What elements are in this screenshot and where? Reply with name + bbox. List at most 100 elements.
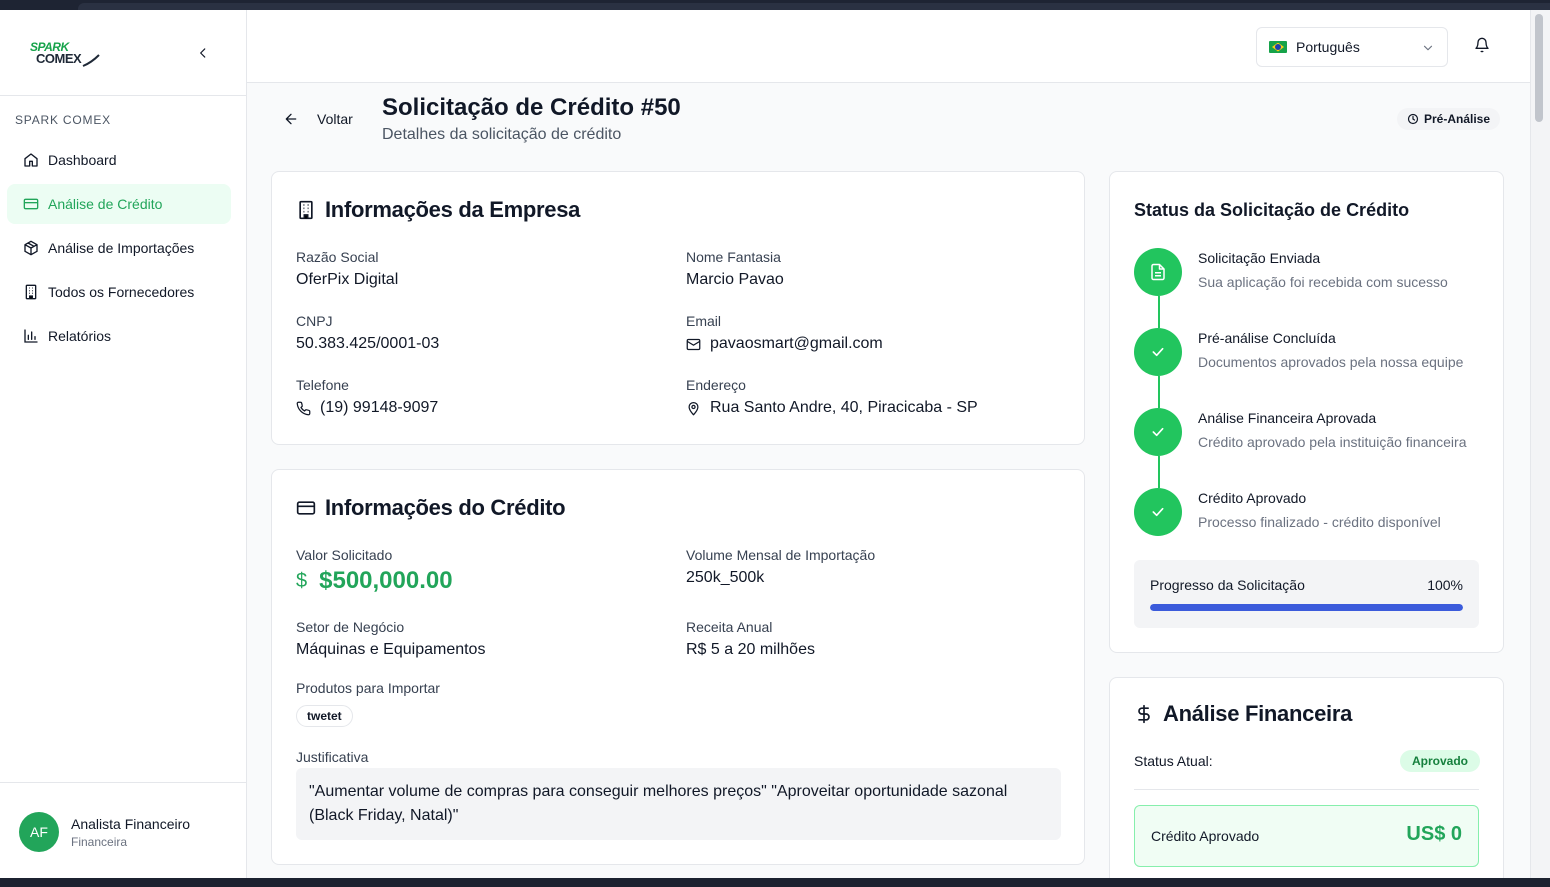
sidebar-item-relatorios[interactable]: Relatórios	[7, 316, 231, 356]
credit-card-icon	[23, 198, 39, 210]
logo-swoosh-icon	[82, 54, 100, 67]
sidebar-item-label: Análise de Crédito	[48, 196, 163, 212]
status-card: Status da Solicitação de Crédito Solicit…	[1109, 171, 1504, 653]
volume-mensal-label: Volume Mensal de Importação	[686, 547, 876, 563]
progress-percent: 100%	[1427, 577, 1463, 593]
divider	[1134, 789, 1479, 790]
financial-analysis-card: Análise Financeira Status Atual: Aprovad…	[1109, 677, 1504, 878]
language-select[interactable]: Português	[1256, 27, 1448, 67]
timeline-step-title: Análise Financeira Aprovada	[1198, 410, 1377, 426]
credit-info-card: Informações do Crédito Valor Solicitado …	[271, 469, 1085, 865]
approved-credit-label: Crédito Aprovado	[1151, 828, 1260, 844]
sidebar-item-label: Análise de Importações	[48, 240, 195, 256]
timeline-step-title: Crédito Aprovado	[1198, 490, 1307, 506]
setor-label: Setor de Negócio	[296, 619, 405, 635]
timeline-step-dot	[1134, 488, 1182, 536]
sidebar-nav: Dashboard Análise de Crédito Análise de …	[7, 140, 231, 360]
scrollbar-thumb[interactable]	[1535, 14, 1543, 122]
sidebar-header: SPARK COMEX	[0, 10, 246, 96]
financial-status-badge: Aprovado	[1400, 750, 1481, 772]
razao-social-value: OferPix Digital	[296, 271, 399, 288]
email-value: pavaosmart@gmail.com	[710, 335, 883, 352]
company-info-card: Informações da Empresa Razão Social Ofer…	[271, 171, 1085, 445]
chevron-down-icon	[1423, 45, 1433, 51]
endereco-label: Endereço	[686, 377, 746, 393]
timeline-step-dot	[1134, 408, 1182, 456]
dollar-icon: $	[296, 569, 308, 592]
back-label: Voltar	[317, 111, 353, 127]
map-pin-icon	[688, 401, 699, 415]
nome-fantasia-label: Nome Fantasia	[686, 249, 781, 265]
arrow-left-icon	[285, 113, 297, 125]
sidebar-item-fornecedores[interactable]: Todos os Fornecedores	[7, 272, 231, 312]
volume-mensal-value: 250k_500k	[686, 569, 765, 586]
clock-icon	[1407, 113, 1419, 125]
telefone-value-row: (19) 99148-9097	[296, 399, 438, 417]
valor-solicitado-value: $500,000.00	[319, 567, 453, 594]
credit-card-title-text: Informações do Crédito	[325, 495, 566, 520]
timeline-connector	[1158, 456, 1160, 488]
sidebar-item-label: Todos os Fornecedores	[48, 284, 195, 300]
sidebar-item-label: Dashboard	[48, 152, 117, 168]
approved-credit-panel: Crédito Aprovado US$ 0	[1134, 805, 1479, 867]
status-card-title: Status da Solicitação de Crédito	[1134, 200, 1410, 220]
back-button[interactable]: Voltar	[283, 111, 353, 127]
sidebar-item-analise-importacoes[interactable]: Análise de Importações	[7, 228, 231, 268]
sidebar-item-analise-credito[interactable]: Análise de Crédito	[7, 184, 231, 224]
page-title: Solicitação de Crédito #50	[382, 94, 681, 121]
language-label: Português	[1296, 39, 1360, 55]
timeline-step-desc: Processo finalizado - crédito disponível	[1198, 514, 1441, 530]
page-scrollbar[interactable]	[1530, 10, 1550, 878]
endereco-value-row: Rua Santo Andre, 40, Piracicaba - SP	[686, 399, 978, 417]
company-card-title-text: Informações da Empresa	[325, 197, 581, 222]
receita-label: Receita Anual	[686, 619, 773, 635]
valor-solicitado-row: $ $500,000.00	[296, 567, 453, 595]
sidebar-item-label: Relatórios	[48, 328, 112, 344]
logo-text-bottom: COMEX	[36, 51, 82, 66]
endereco-value: Rua Santo Andre, 40, Piracicaba - SP	[710, 399, 978, 416]
browser-tab-area	[78, 3, 1550, 10]
sidebar: SPARK COMEX SPARK COMEX Dashboard Anális…	[0, 10, 247, 878]
sidebar-item-dashboard[interactable]: Dashboard	[7, 140, 231, 180]
nome-fantasia-value: Marcio Pavao	[686, 271, 784, 288]
timeline-step-desc: Crédito aprovado pela instituição financ…	[1198, 434, 1467, 450]
receita-value: R$ 5 a 20 milhões	[686, 641, 815, 658]
company-card-title: Informações da Empresa	[296, 197, 580, 223]
timeline-step-dot	[1134, 328, 1182, 376]
cnpj-value: 50.383.425/0001-03	[296, 335, 440, 352]
browser-top-strip	[0, 0, 1550, 10]
sidebar-user[interactable]: AF Analista Financeiro Financeira	[0, 782, 247, 878]
timeline-connector	[1158, 296, 1160, 328]
chevron-left-icon	[200, 48, 206, 58]
timeline-step-desc: Sua aplicação foi recebida com sucesso	[1198, 274, 1448, 290]
justificativa-value: "Aumentar volume de compras para consegu…	[296, 768, 1061, 840]
telefone-value: (19) 99148-9097	[320, 399, 439, 416]
user-name: Analista Financeiro	[71, 816, 191, 832]
progress-label: Progresso da Solicitação	[1150, 577, 1305, 593]
user-role: Financeira	[71, 835, 128, 849]
check-icon	[1152, 347, 1164, 357]
brazil-flag-icon	[1269, 41, 1287, 53]
collapse-sidebar-button[interactable]	[193, 43, 213, 63]
dollar-sign-icon	[1138, 704, 1150, 724]
app-window: SPARK COMEX SPARK COMEX Dashboard Anális…	[0, 10, 1530, 878]
progress-bar	[1150, 604, 1463, 611]
building-icon	[25, 284, 37, 300]
top-header: Português	[247, 10, 1530, 83]
avatar: AF	[19, 812, 59, 852]
notifications-button[interactable]	[1474, 37, 1490, 58]
email-value-row: pavaosmart@gmail.com	[686, 335, 883, 353]
progress-bar-fill	[1150, 604, 1463, 611]
package-icon	[24, 240, 38, 256]
financial-card-title: Análise Financeira	[1134, 701, 1352, 727]
status-badge: Pré-Análise	[1397, 108, 1501, 130]
home-icon	[24, 153, 38, 167]
spark-comex-logo[interactable]: SPARK COMEX	[30, 38, 102, 70]
sidebar-section-title: SPARK COMEX	[15, 113, 111, 127]
bar-chart-icon	[24, 329, 38, 343]
email-label: Email	[686, 313, 722, 329]
razao-social-label: Razão Social	[296, 249, 379, 265]
timeline-connector	[1158, 376, 1160, 408]
cnpj-label: CNPJ	[296, 313, 333, 329]
produto-tag: twetet	[296, 705, 353, 727]
